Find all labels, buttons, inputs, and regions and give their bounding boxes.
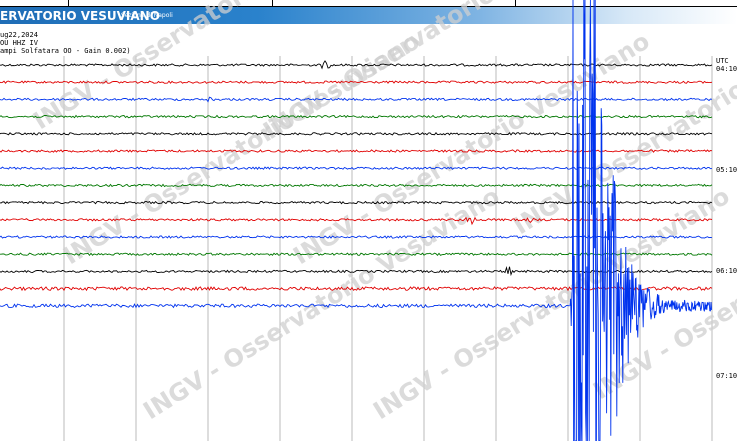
seismic-trace <box>0 96 713 103</box>
seismogram-plot: INGV - Osservatorio VesuvianoINGV - Osse… <box>0 0 737 441</box>
time-label-0510: 05:10 <box>716 166 737 174</box>
seismic-trace <box>0 131 713 136</box>
watermark-text: INGV - Osservatorio Vesuviano <box>138 182 504 425</box>
time-label-0610: 06:10 <box>716 267 737 275</box>
seismic-trace <box>0 114 713 119</box>
seismic-trace <box>0 303 570 309</box>
utc-label: UTC <box>716 57 729 65</box>
watermark-text: INGV - Osservatorio Vesuviano <box>28 0 394 135</box>
seismic-trace <box>0 149 713 153</box>
seismogram-viewer: ERVATORIO VESUVIANO Sezione di Napoli ug… <box>0 0 737 441</box>
time-label-0410: 04:10 <box>716 65 737 73</box>
seismic-trace <box>0 200 713 205</box>
time-label-0710: 07:10 <box>716 372 737 380</box>
watermark-text: INGV - Osservatorio Vesuviano <box>288 27 654 270</box>
